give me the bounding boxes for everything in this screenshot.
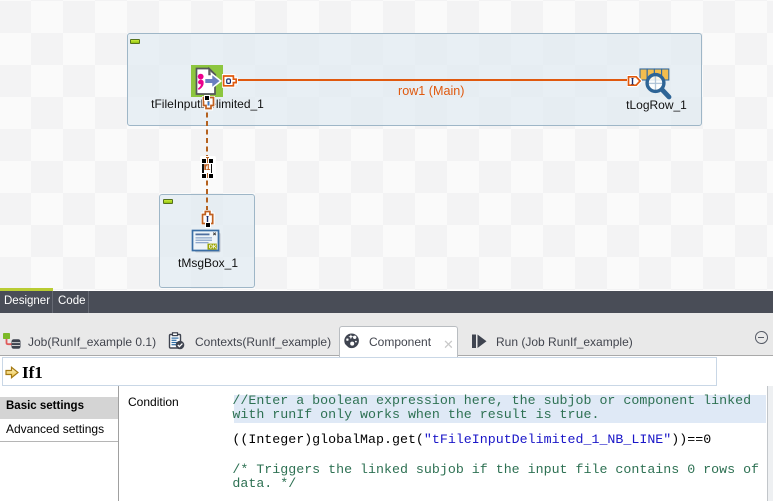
svg-text:OK: OK: [209, 245, 217, 251]
svg-text:I: I: [631, 76, 635, 86]
